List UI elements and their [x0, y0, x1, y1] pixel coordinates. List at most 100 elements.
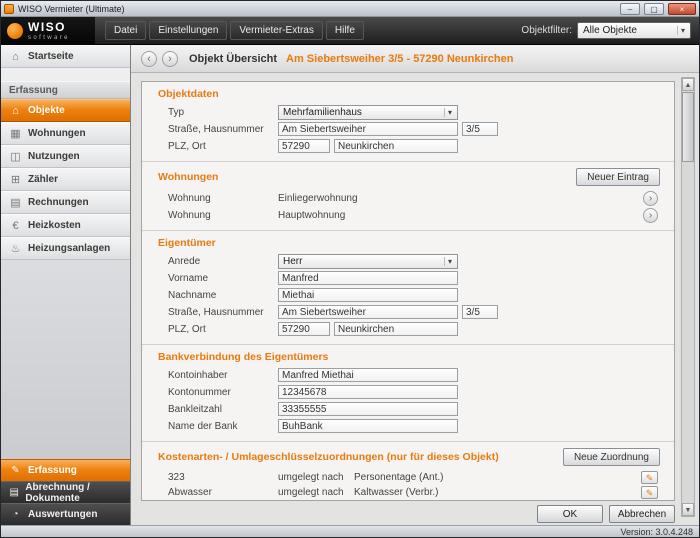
- building-icon: ⌂: [9, 105, 22, 117]
- strasse-input[interactable]: [278, 122, 458, 136]
- app-header: WISO software Datei Einstellungen Vermie…: [1, 17, 699, 45]
- kontoinhaber-input[interactable]: [278, 368, 458, 382]
- dropdown-arrow-icon: ▾: [444, 108, 455, 117]
- section-heading: Kostenarten- / Umlageschlüsselzuordnunge…: [158, 451, 499, 463]
- breadcrumb: ‹ › Objekt Übersicht Am Siebertsweiher 3…: [131, 45, 699, 73]
- section-objektdaten: Objektdaten Typ Mehrfamilienhaus ▾ Straß…: [142, 82, 674, 161]
- form-row-bankleitzahl: Bankleitzahl: [168, 402, 660, 416]
- close-button[interactable]: ×: [668, 3, 696, 15]
- dropdown-arrow-icon: ▾: [677, 26, 688, 35]
- open-wohnung-button[interactable]: ›: [643, 191, 658, 206]
- menu-vermieter-extras[interactable]: Vermieter-Extras: [230, 21, 322, 40]
- form-row-anrede: Anrede Herr ▾: [168, 254, 660, 268]
- sidebar-item-wohnungen[interactable]: ▦ Wohnungen: [1, 122, 130, 145]
- scroll-down-button[interactable]: ▼: [682, 503, 694, 516]
- section-bankverbindung: Bankverbindung des Eigentümers Kontoinha…: [142, 344, 674, 441]
- typ-select[interactable]: Mehrfamilienhaus ▾: [278, 105, 458, 120]
- home-icon: ⌂: [9, 51, 22, 63]
- plz-input[interactable]: [278, 139, 330, 153]
- statusbar: Version: 3.0.4.248: [1, 525, 699, 537]
- eigentuemer-plz-input[interactable]: [278, 322, 330, 336]
- eigentuemer-hausnummer-input[interactable]: [462, 305, 498, 319]
- page-title: Objekt Übersicht: [189, 53, 277, 65]
- content-area: Objektdaten Typ Mehrfamilienhaus ▾ Straß…: [131, 73, 699, 525]
- form-row-vorname: Vorname: [168, 271, 660, 285]
- ok-button[interactable]: OK: [537, 505, 603, 523]
- maximize-button[interactable]: ▢: [644, 3, 664, 15]
- wiso-logo: WISO software: [1, 17, 95, 45]
- dialog-buttons: OK Abbrechen: [141, 501, 675, 523]
- form-row-plz-ort: PLZ, Ort: [168, 139, 660, 153]
- section-kostenarten: Kostenarten- / Umlageschlüsselzuordnunge…: [142, 441, 674, 501]
- sidebar-item-startseite[interactable]: ⌂ Startseite: [1, 45, 130, 68]
- kostenart-row: 323 umgelegt nach Personentage (Ant.) ✎: [168, 471, 660, 484]
- section-heading: Eigentümer: [158, 237, 660, 249]
- sidebar-item-objekte[interactable]: ⌂ Objekte: [1, 99, 130, 122]
- menu-datei[interactable]: Datei: [105, 21, 146, 40]
- neue-zuordnung-button[interactable]: Neue Zuordnung: [563, 448, 660, 466]
- invoice-icon: ▤: [9, 196, 22, 209]
- section-heading: Objektdaten: [158, 88, 660, 100]
- sidebar-item-nutzungen[interactable]: ◫ Nutzungen: [1, 145, 130, 168]
- menu-einstellungen[interactable]: Einstellungen: [149, 21, 227, 40]
- edit-kostenart-button[interactable]: ✎: [641, 486, 658, 499]
- sidebar-item-rechnungen[interactable]: ▤ Rechnungen: [1, 191, 130, 214]
- version-label: Version: 3.0.4.248: [620, 527, 693, 537]
- meter-icon: ⊞: [9, 173, 22, 186]
- open-wohnung-button[interactable]: ›: [643, 208, 658, 223]
- wiso-logo-ball-icon: [7, 23, 23, 39]
- hausnummer-input[interactable]: [462, 122, 498, 136]
- section-eigentuemer: Eigentümer Anrede Herr ▾ Vorname: [142, 230, 674, 344]
- vorname-input[interactable]: [278, 271, 458, 285]
- objektfilter-select[interactable]: Alle Objekte ▾: [577, 22, 691, 39]
- module-abrechnung-dokumente[interactable]: ▤ Abrechnung / Dokumente: [1, 481, 130, 503]
- section-heading: Bankverbindung des Eigentümers: [158, 351, 660, 363]
- sidebar: ⌂ Startseite Erfassung ⌂ Objekte ▦ Wohnu…: [1, 45, 131, 525]
- menu-hilfe[interactable]: Hilfe: [326, 21, 364, 40]
- wohnung-row: Wohnung Hauptwohnung ›: [168, 208, 660, 222]
- menubar: Datei Einstellungen Vermieter-Extras Hil…: [105, 21, 364, 40]
- sidebar-item-heizungsanlagen[interactable]: ♨ Heizungsanlagen: [1, 237, 130, 260]
- objektfilter-value: Alle Objekte: [583, 25, 637, 36]
- forward-button[interactable]: ›: [162, 51, 178, 67]
- eigentuemer-ort-input[interactable]: [334, 322, 458, 336]
- sidebar-section-erfassung: Erfassung: [1, 81, 130, 99]
- sidebar-spacer: [1, 260, 130, 459]
- dropdown-arrow-icon: ▾: [444, 257, 455, 266]
- scrollbar-thumb[interactable]: [682, 92, 694, 162]
- form-row-bankname: Name der Bank: [168, 419, 660, 433]
- vertical-scrollbar[interactable]: ▲ ▼: [681, 77, 695, 517]
- neuer-eintrag-button[interactable]: Neuer Eintrag: [576, 168, 660, 186]
- nachname-input[interactable]: [278, 288, 458, 302]
- wohnung-row: Wohnung Einliegerwohnung ›: [168, 191, 660, 205]
- document-icon: ▤: [9, 487, 19, 498]
- edit-kostenart-button[interactable]: ✎: [641, 471, 658, 484]
- titlebar: WISO Vermieter (Ultimate) – ▢ ×: [1, 1, 699, 17]
- objektfilter-label: Objektfilter:: [521, 25, 572, 36]
- usage-icon: ◫: [9, 150, 22, 163]
- back-button[interactable]: ‹: [141, 51, 157, 67]
- logo-title: WISO: [28, 21, 70, 33]
- minimize-button[interactable]: –: [620, 3, 640, 15]
- eigentuemer-strasse-input[interactable]: [278, 305, 458, 319]
- module-erfassung[interactable]: ✎ Erfassung: [1, 459, 130, 481]
- ort-input[interactable]: [334, 139, 458, 153]
- cancel-button[interactable]: Abbrechen: [609, 505, 675, 523]
- form-row-strasse: Straße, Hausnummer: [168, 122, 660, 136]
- sidebar-item-heizkosten[interactable]: € Heizkosten: [1, 214, 130, 237]
- form-row-plz-ort-eigentuemer: PLZ, Ort: [168, 322, 660, 336]
- kontonummer-input[interactable]: [278, 385, 458, 399]
- window-title: WISO Vermieter (Ultimate): [18, 4, 616, 14]
- flats-icon: ▦: [9, 127, 22, 140]
- bankname-input[interactable]: [278, 419, 458, 433]
- scrollbar-track[interactable]: [682, 91, 694, 503]
- current-object-label: Am Siebertsweiher 3/5 - 57290 Neunkirche…: [286, 53, 513, 65]
- main-area: ‹ › Objekt Übersicht Am Siebertsweiher 3…: [131, 45, 699, 525]
- anrede-select[interactable]: Herr ▾: [278, 254, 458, 269]
- app-icon: [4, 4, 14, 14]
- form-row-kontonummer: Kontonummer: [168, 385, 660, 399]
- module-auswertungen[interactable]: ◔ Auswertungen: [1, 503, 130, 525]
- sidebar-item-zaehler[interactable]: ⊞ Zähler: [1, 168, 130, 191]
- scroll-up-button[interactable]: ▲: [682, 78, 694, 91]
- bankleitzahl-input[interactable]: [278, 402, 458, 416]
